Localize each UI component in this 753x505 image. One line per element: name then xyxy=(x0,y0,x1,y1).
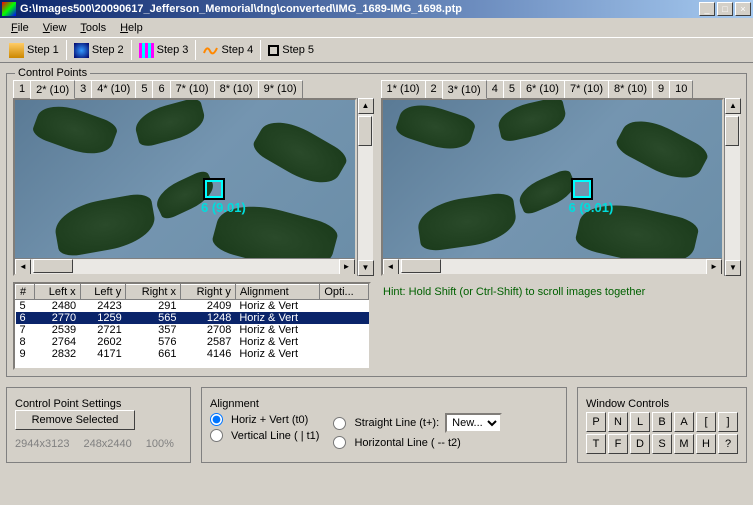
image-tab[interactable]: 7* (10) xyxy=(564,80,609,98)
alignment-legend: Alignment xyxy=(210,398,558,410)
col-rightx[interactable]: Right x xyxy=(126,285,181,300)
right-dims: 248x2440 xyxy=(83,438,131,450)
image-tab[interactable]: 1* (10) xyxy=(381,80,426,98)
hint-text: Hint: Hold Shift (or Ctrl-Shift) to scro… xyxy=(379,282,740,370)
image-tab[interactable]: 2* (10) xyxy=(30,80,75,99)
window-control-][interactable]: ] xyxy=(718,412,738,432)
image-tab[interactable]: 5 xyxy=(503,80,521,98)
image-tab[interactable]: 10 xyxy=(669,80,693,98)
radio-vertical-line[interactable] xyxy=(210,429,223,442)
left-v-scrollbar[interactable]: ▲▼ xyxy=(357,98,373,276)
cp-settings-legend: Control Point Settings xyxy=(15,398,182,410)
right-h-scrollbar[interactable]: ◄► xyxy=(383,258,723,274)
left-image-panel[interactable]: 6 (9.01) ◄► xyxy=(13,98,357,276)
left-dims: 2944x3123 xyxy=(15,438,69,450)
window-control-?[interactable]: ? xyxy=(718,434,738,454)
table-row[interactable]: 8276426025762587Horiz & Vert xyxy=(16,336,369,348)
right-target-label: 6 (9.01) xyxy=(569,200,614,215)
left-h-scrollbar[interactable]: ◄► xyxy=(15,258,355,274)
globe-icon xyxy=(74,43,89,58)
left-target-marker[interactable] xyxy=(203,178,225,200)
close-button[interactable]: × xyxy=(735,2,751,16)
step-1-button[interactable]: Step 1 xyxy=(4,40,64,61)
window-control-b[interactable]: B xyxy=(652,412,672,432)
window-control-l[interactable]: L xyxy=(630,412,650,432)
control-points-group: Control Points 12* (10)34* (10)567* (10)… xyxy=(6,73,747,377)
window-controls-group: Window Controls PNLBA[] TFDSMH? xyxy=(577,387,747,463)
toolbar: Step 1 Step 2 Step 3 Step 4 Step 5 xyxy=(0,37,753,63)
remove-selected-button[interactable]: Remove Selected xyxy=(15,410,135,430)
image-tab[interactable]: 3* (10) xyxy=(442,80,487,99)
table-row[interactable]: 7253927213572708Horiz & Vert xyxy=(16,324,369,336)
right-image-tabs: 1* (10)23* (10)456* (10)7* (10)8* (10)91… xyxy=(381,80,741,98)
square-icon xyxy=(268,45,279,56)
window-control-n[interactable]: N xyxy=(608,412,628,432)
image-tab[interactable]: 4* (10) xyxy=(91,80,136,98)
right-image-panel[interactable]: 6 (9.01) ◄► xyxy=(381,98,725,276)
window-control-t[interactable]: T xyxy=(586,434,606,454)
step-4-button[interactable]: Step 4 xyxy=(198,40,258,61)
image-tab[interactable]: 9* (10) xyxy=(258,80,303,98)
menu-help[interactable]: Help xyxy=(113,20,150,36)
title-bar: G:\Images500\20090617_Jefferson_Memorial… xyxy=(0,0,753,18)
zoom-level: 100% xyxy=(146,438,174,450)
right-target-marker[interactable] xyxy=(571,178,593,200)
col-num[interactable]: # xyxy=(16,285,35,300)
wave-icon xyxy=(203,43,218,58)
minimize-button[interactable]: _ xyxy=(699,2,715,16)
image-tab[interactable]: 6 xyxy=(152,80,170,98)
image-tab[interactable]: 4 xyxy=(486,80,504,98)
window-control-p[interactable]: P xyxy=(586,412,606,432)
menu-view[interactable]: View xyxy=(36,20,74,36)
right-v-scrollbar[interactable]: ▲▼ xyxy=(724,98,740,276)
step-5-button[interactable]: Step 5 xyxy=(263,41,319,59)
alignment-group: Alignment Horiz + Vert (t0) Vertical Lin… xyxy=(201,387,567,463)
menu-tools[interactable]: Tools xyxy=(73,20,113,36)
window-control-m[interactable]: M xyxy=(674,434,694,454)
straight-line-select[interactable]: New... xyxy=(445,413,502,433)
table-row[interactable]: 5248024232912409Horiz & Vert xyxy=(16,300,369,313)
window-control-d[interactable]: D xyxy=(630,434,650,454)
grid-icon xyxy=(139,43,154,58)
window-control-a[interactable]: A xyxy=(674,412,694,432)
image-tab[interactable]: 6* (10) xyxy=(520,80,565,98)
image-tab[interactable]: 7* (10) xyxy=(170,80,215,98)
control-points-table[interactable]: # Left x Left y Right x Right y Alignmen… xyxy=(13,282,371,370)
radio-horizontal-line[interactable] xyxy=(333,436,346,449)
image-tab[interactable]: 9 xyxy=(652,80,670,98)
image-tab[interactable]: 5 xyxy=(135,80,153,98)
image-tab[interactable]: 2 xyxy=(425,80,443,98)
image-tab[interactable]: 3 xyxy=(74,80,92,98)
table-row[interactable]: 9283241716614146Horiz & Vert xyxy=(16,348,369,360)
col-lefty[interactable]: Left y xyxy=(80,285,126,300)
image-tab[interactable]: 1 xyxy=(13,80,31,98)
left-image-tabs: 12* (10)34* (10)567* (10)8* (10)9* (10) xyxy=(13,80,373,98)
control-points-legend: Control Points xyxy=(15,67,90,79)
table-row[interactable]: 6277012595651248Horiz & Vert xyxy=(16,312,369,324)
col-opti[interactable]: Opti... xyxy=(320,285,369,300)
col-alignment[interactable]: Alignment xyxy=(235,285,320,300)
menu-file[interactable]: FFileile xyxy=(4,20,36,36)
step-3-button[interactable]: Step 3 xyxy=(134,40,194,61)
window-controls-legend: Window Controls xyxy=(586,398,738,410)
step-2-button[interactable]: Step 2 xyxy=(69,40,129,61)
window-control-h[interactable]: H xyxy=(696,434,716,454)
window-control-s[interactable]: S xyxy=(652,434,672,454)
folder-icon xyxy=(9,43,24,58)
control-point-settings-group: Control Point Settings Remove Selected 2… xyxy=(6,387,191,463)
menu-bar: FFileile View Tools Help xyxy=(0,18,753,37)
maximize-button[interactable]: □ xyxy=(717,2,733,16)
app-icon xyxy=(2,2,16,16)
col-leftx[interactable]: Left x xyxy=(35,285,81,300)
image-tab[interactable]: 8* (10) xyxy=(214,80,259,98)
window-control-f[interactable]: F xyxy=(608,434,628,454)
radio-straight-line[interactable] xyxy=(333,417,346,430)
window-control-[[interactable]: [ xyxy=(696,412,716,432)
image-tab[interactable]: 8* (10) xyxy=(608,80,653,98)
col-righty[interactable]: Right y xyxy=(181,285,236,300)
radio-horiz-vert[interactable] xyxy=(210,413,223,426)
window-title: G:\Images500\20090617_Jefferson_Memorial… xyxy=(20,3,699,15)
left-target-label: 6 (9.01) xyxy=(201,200,246,215)
